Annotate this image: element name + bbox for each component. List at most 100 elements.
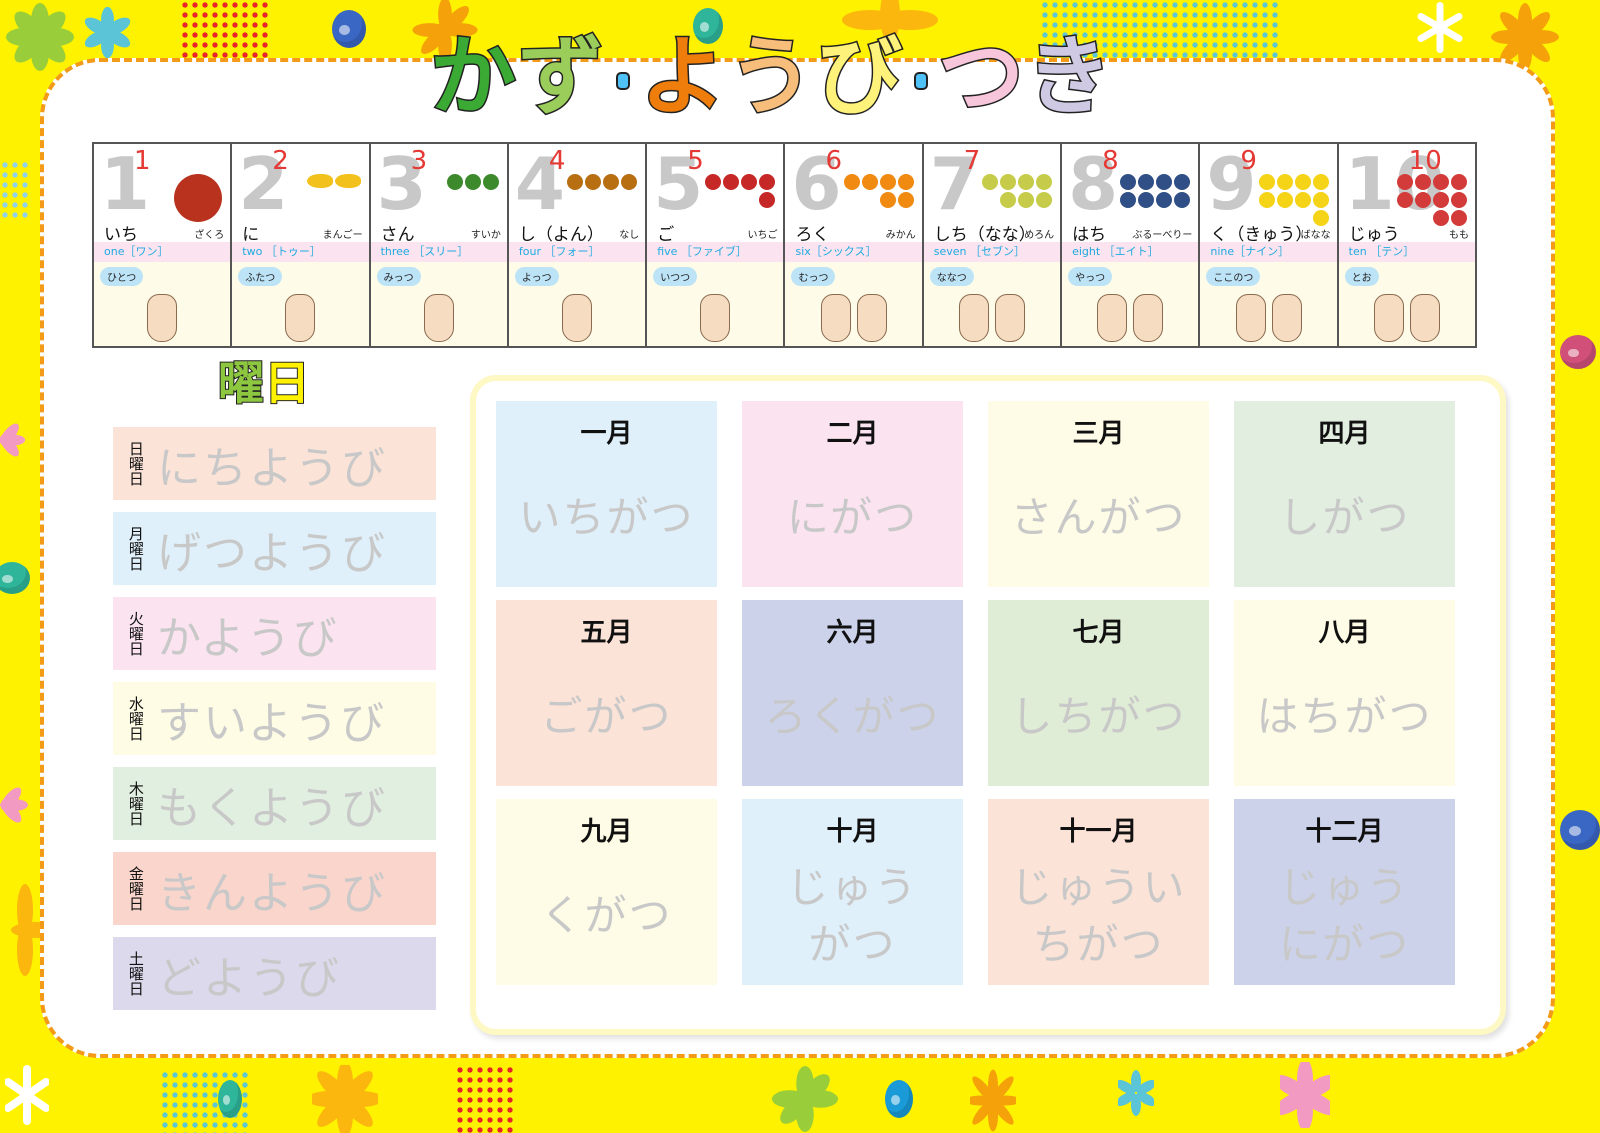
- count-word: むっつ: [791, 267, 836, 286]
- month-card: 三月 さんがつ: [988, 401, 1209, 587]
- fruit-group: [142, 174, 223, 222]
- melon-icon: [1018, 174, 1035, 190]
- peach-icon: [1432, 174, 1449, 190]
- count-word: いつつ: [653, 267, 698, 286]
- melon-icon: [1000, 174, 1017, 190]
- month-card: 五月 ごがつ: [496, 600, 717, 786]
- number-card: 9 9 く（きゅう） ばなな nine［ナイン］ ここのつ: [1200, 144, 1339, 346]
- peach-icon: [1396, 192, 1413, 208]
- day-row: 月曜日 げつようび: [113, 512, 436, 585]
- hand-icon: [1271, 294, 1302, 342]
- month-card: 十一月 じゅうい ちがつ: [988, 799, 1209, 985]
- fruit-name: まんごー: [322, 230, 363, 241]
- number-card: 6 6 ろく みかん six［シックス］ むっつ: [785, 144, 924, 346]
- stroke-order-digit: 2: [272, 146, 289, 176]
- flower-icon: [970, 1069, 1016, 1132]
- day-kana: かようび: [157, 612, 339, 664]
- month-kanji: 六月: [826, 618, 879, 648]
- number-card: 1 1 いち ざくろ one［ワン］ ひとつ: [94, 144, 233, 346]
- stroke-order-digit: 7: [963, 146, 981, 176]
- day-kana: どようび: [157, 952, 341, 1004]
- hand-icon: [285, 294, 316, 342]
- fruit-group: [834, 174, 914, 208]
- peach-icon: [1432, 210, 1449, 226]
- flower-icon: [312, 1065, 378, 1133]
- fruit-name: ばなな: [1300, 230, 1331, 241]
- hand-icon: [700, 294, 731, 342]
- month-kanji: 五月: [580, 618, 633, 648]
- english-reading: ten ［テン］: [1338, 242, 1475, 262]
- stroke-order-digit: 9: [1240, 146, 1257, 176]
- day-kana: すいようび: [157, 697, 387, 749]
- stroke-order-digit: 1: [134, 146, 151, 176]
- melon-icon: [1036, 174, 1053, 190]
- hand-icon: [994, 294, 1025, 342]
- finger-count: [647, 294, 783, 342]
- peach-icon: [1450, 174, 1467, 190]
- number-reading: いち: [104, 225, 138, 245]
- fruit-group: [419, 174, 499, 190]
- watermelon-icon: [482, 174, 499, 190]
- day-kana: にちようび: [157, 442, 387, 494]
- flower-icon: [0, 787, 28, 823]
- month-kanji: 一月: [580, 419, 633, 449]
- day-kanji: 木曜日: [126, 781, 145, 826]
- hand-icon: [1097, 294, 1128, 342]
- mandarin-icon: [879, 174, 896, 190]
- count-word: ここのつ: [1206, 267, 1261, 286]
- english-reading: one［ワン］: [94, 242, 231, 262]
- peach-icon: [1414, 174, 1431, 190]
- month-kanji: 二月: [826, 419, 879, 449]
- day-kanji: 水曜日: [126, 696, 145, 741]
- hand-icon: [1235, 294, 1266, 342]
- title-char: ず: [517, 27, 606, 127]
- english-reading: five ［ファイブ］: [647, 242, 784, 262]
- pear-icon: [567, 174, 584, 190]
- melon-icon: [1018, 192, 1035, 208]
- english-reading: seven ［セブン］: [923, 242, 1061, 262]
- strawberry-icon: [759, 174, 776, 190]
- banana-icon: [1312, 192, 1329, 208]
- finger-count: [1200, 294, 1336, 342]
- peach-icon: [1414, 192, 1431, 208]
- number-card: 7 7 しち（なな） めろん seven ［セブン］ ななつ: [923, 144, 1063, 346]
- mandarin-icon: [861, 174, 878, 190]
- days-title-char: 曜: [217, 356, 265, 410]
- banana-icon: [1258, 174, 1275, 190]
- day-kana: げつようび: [157, 527, 387, 579]
- peach-icon: [1432, 192, 1449, 208]
- mandarin-icon: [879, 192, 896, 208]
- blueberry-icon: [1138, 192, 1155, 208]
- fruit-name: もも: [1448, 230, 1469, 241]
- day-kanji: 月曜日: [126, 526, 145, 571]
- month-card: 十二月 じゅう にがつ: [1234, 799, 1455, 985]
- blueberry-icon: [1120, 192, 1137, 208]
- strawberry-icon: [705, 174, 722, 190]
- month-kanji: 七月: [1072, 618, 1125, 648]
- fruit-group: [1110, 174, 1191, 208]
- day-row: 火曜日 かようび: [113, 597, 436, 670]
- month-card: 七月 しちがつ: [988, 600, 1209, 786]
- english-reading: two ［トゥー］: [232, 242, 369, 262]
- count-word: ふたつ: [238, 267, 283, 286]
- banana-icon: [1258, 192, 1275, 208]
- bead-icon: [218, 1080, 242, 1118]
- strawberry-icon: [759, 192, 776, 208]
- fruit-name: めろん: [1024, 230, 1055, 241]
- flower-icon: [84, 6, 131, 59]
- flower-icon: [771, 1065, 839, 1133]
- dot-pattern: [455, 1065, 515, 1133]
- english-reading: four ［フォー］: [508, 242, 646, 262]
- english-reading: eight ［エイト］: [1062, 242, 1199, 262]
- number-card: 2 2 に まんごー two ［トゥー］ ふたつ: [232, 144, 371, 346]
- count-word: よっつ: [514, 267, 559, 286]
- stroke-order-digit: 10: [1408, 146, 1442, 176]
- number-reading: ろく: [795, 225, 830, 245]
- flower-icon: [1280, 1062, 1330, 1128]
- month-card: 六月 ろくがつ: [742, 600, 963, 786]
- month-kanji: 九月: [580, 817, 633, 847]
- blueberry-icon: [1138, 174, 1155, 190]
- month-kanji: 八月: [1318, 618, 1371, 648]
- poster-title: か ず よ う び つ き: [429, 10, 1114, 127]
- month-card: 八月 はちがつ: [1234, 600, 1455, 786]
